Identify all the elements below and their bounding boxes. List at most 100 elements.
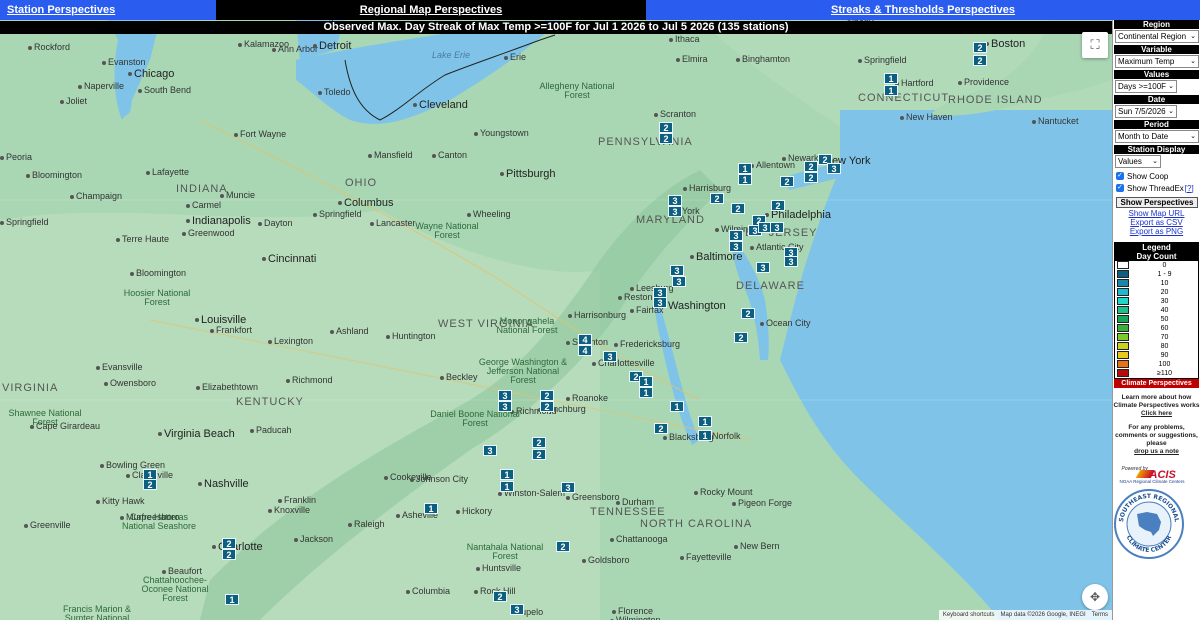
station-marker[interactable]: 2 [710, 193, 724, 204]
state-label: NORTH CAROLINA [640, 518, 752, 530]
station-marker[interactable]: 2 [143, 479, 157, 490]
station-marker[interactable]: 3 [729, 241, 743, 252]
legend-label: 40 [1160, 307, 1169, 314]
state-label: KENTUCKY [236, 396, 304, 408]
fullscreen-button[interactable]: ⛶ [1082, 32, 1108, 58]
tab-regional-map-perspectives[interactable]: Regional Map Perspectives [216, 0, 646, 20]
station-marker[interactable]: 1 [884, 73, 898, 84]
tab-station-perspectives[interactable]: Station Perspectives [0, 0, 216, 20]
station-marker[interactable]: 2 [540, 390, 554, 401]
station-marker[interactable]: 2 [556, 541, 570, 552]
legend-label: 10 [1160, 280, 1169, 287]
station-marker[interactable]: 3 [672, 276, 686, 287]
keyboard-shortcuts-link[interactable]: Keyboard shortcuts [943, 610, 995, 620]
station-marker[interactable]: 2 [222, 538, 236, 549]
city-label: Harrisburg [683, 183, 731, 193]
acis-logo[interactable]: Powered by ACIS NOAA Regional Climate Ce… [1118, 466, 1196, 484]
station-marker[interactable]: 2 [973, 42, 987, 53]
station-marker[interactable]: 4 [578, 334, 592, 345]
export-png-link[interactable]: Export as PNG [1113, 227, 1200, 236]
station-marker[interactable]: 3 [653, 297, 667, 308]
srcc-seal-logo[interactable]: SOUTHEAST REGIONAL CLIMATE CENTER [1113, 488, 1185, 560]
station-marker[interactable]: 1 [225, 594, 239, 605]
city-dot-icon [592, 361, 596, 366]
city-name: Francis Marion & Sumter National Forests [62, 604, 132, 620]
station-marker[interactable]: 2 [973, 55, 987, 66]
station-marker[interactable]: 1 [698, 416, 712, 427]
values-value: Days >=100F [1118, 82, 1167, 91]
show-threadex-checkbox[interactable]: ✓ Show ThreadEx [?] [1116, 182, 1200, 194]
station-marker[interactable]: 3 [756, 262, 770, 273]
station-marker[interactable]: 2 [532, 449, 546, 460]
station-marker[interactable]: 3 [668, 195, 682, 206]
map-canvas[interactable]: ⛶ ✥ Keyboard shortcuts Map data ©2026 Go… [0, 20, 1112, 620]
station-marker[interactable]: 2 [780, 176, 794, 187]
station-marker[interactable]: 3 [561, 482, 575, 493]
city-label: Elmira [676, 54, 708, 64]
station-marker[interactable]: 1 [639, 387, 653, 398]
station-marker[interactable]: 1 [639, 376, 653, 387]
threadex-help-link[interactable]: [?] [1185, 184, 1194, 193]
station-marker[interactable]: 4 [578, 345, 592, 356]
city-name: Pittsburgh [506, 168, 556, 180]
station-marker[interactable]: 3 [483, 445, 497, 456]
station-display-select[interactable]: Values ⌄ [1115, 155, 1161, 168]
export-csv-link[interactable]: Export as CSV [1113, 218, 1200, 227]
station-marker[interactable]: 2 [804, 172, 818, 183]
station-marker[interactable]: 3 [770, 222, 784, 233]
city-name: Beckley [446, 372, 478, 382]
station-marker[interactable]: 3 [498, 390, 512, 401]
station-marker[interactable]: 2 [804, 161, 818, 172]
station-marker[interactable]: 3 [603, 351, 617, 362]
legend-swatch [1117, 333, 1129, 341]
station-marker[interactable]: 3 [729, 230, 743, 241]
show-perspectives-button[interactable]: Show Perspectives [1116, 197, 1198, 208]
city-name: Toledo [324, 87, 351, 97]
city-dot-icon [406, 589, 410, 594]
city-name: RHODE ISLAND [948, 94, 1043, 106]
click-here-link[interactable]: Click here [1141, 410, 1172, 417]
station-marker[interactable]: 3 [498, 401, 512, 412]
learn-more-note: Learn more about how Climate Perspective… [1113, 394, 1200, 418]
station-marker[interactable]: 2 [493, 591, 507, 602]
station-marker[interactable]: 1 [424, 503, 438, 514]
city-label: Mansfield [368, 150, 413, 160]
station-marker[interactable]: 1 [670, 401, 684, 412]
state-label: OHIO [345, 177, 377, 189]
station-marker[interactable]: 1 [500, 481, 514, 492]
station-marker[interactable]: 3 [668, 206, 682, 217]
station-marker[interactable]: 3 [827, 163, 841, 174]
station-marker[interactable]: 1 [738, 174, 752, 185]
station-marker[interactable]: 1 [698, 430, 712, 441]
drop-us-a-note-link[interactable]: drop us a note [1134, 448, 1179, 455]
camera-control-button[interactable]: ✥ [1082, 584, 1108, 610]
station-marker[interactable]: 2 [222, 549, 236, 560]
station-marker[interactable]: 2 [654, 423, 668, 434]
show-map-url-link[interactable]: Show Map URL [1113, 209, 1200, 218]
station-marker[interactable]: 2 [741, 308, 755, 319]
show-coop-checkbox[interactable]: ✓ Show Coop [1116, 170, 1200, 182]
variable-select[interactable]: Maximum Temp ⌄ [1115, 55, 1199, 68]
date-select[interactable]: Sun 7/5/2026 ⌄ [1115, 105, 1177, 118]
station-marker[interactable]: 3 [510, 604, 524, 615]
terms-link[interactable]: Terms [1092, 610, 1108, 620]
station-marker[interactable]: 2 [540, 401, 554, 412]
station-marker[interactable]: 2 [734, 332, 748, 343]
city-name: Elmira [682, 54, 708, 64]
station-marker[interactable]: 2 [771, 200, 785, 211]
tab-streaks-thresholds-perspectives[interactable]: Streaks & Thresholds Perspectives [646, 0, 1200, 20]
values-select[interactable]: Days >=100F ⌄ [1115, 80, 1177, 93]
station-marker[interactable]: 3 [670, 265, 684, 276]
region-select[interactable]: Continental Region ⌄ [1115, 30, 1199, 43]
station-marker[interactable]: 1 [884, 85, 898, 96]
period-select[interactable]: Month to Date ⌄ [1115, 130, 1199, 143]
station-marker[interactable]: 2 [659, 122, 673, 133]
station-marker[interactable]: 2 [659, 133, 673, 144]
legend-label: ≥110 [1156, 370, 1172, 377]
city-dot-icon [318, 90, 322, 95]
station-marker[interactable]: 1 [738, 163, 752, 174]
station-marker[interactable]: 3 [784, 256, 798, 267]
station-marker[interactable]: 2 [731, 203, 745, 214]
station-marker[interactable]: 2 [532, 437, 546, 448]
station-marker[interactable]: 1 [500, 469, 514, 480]
